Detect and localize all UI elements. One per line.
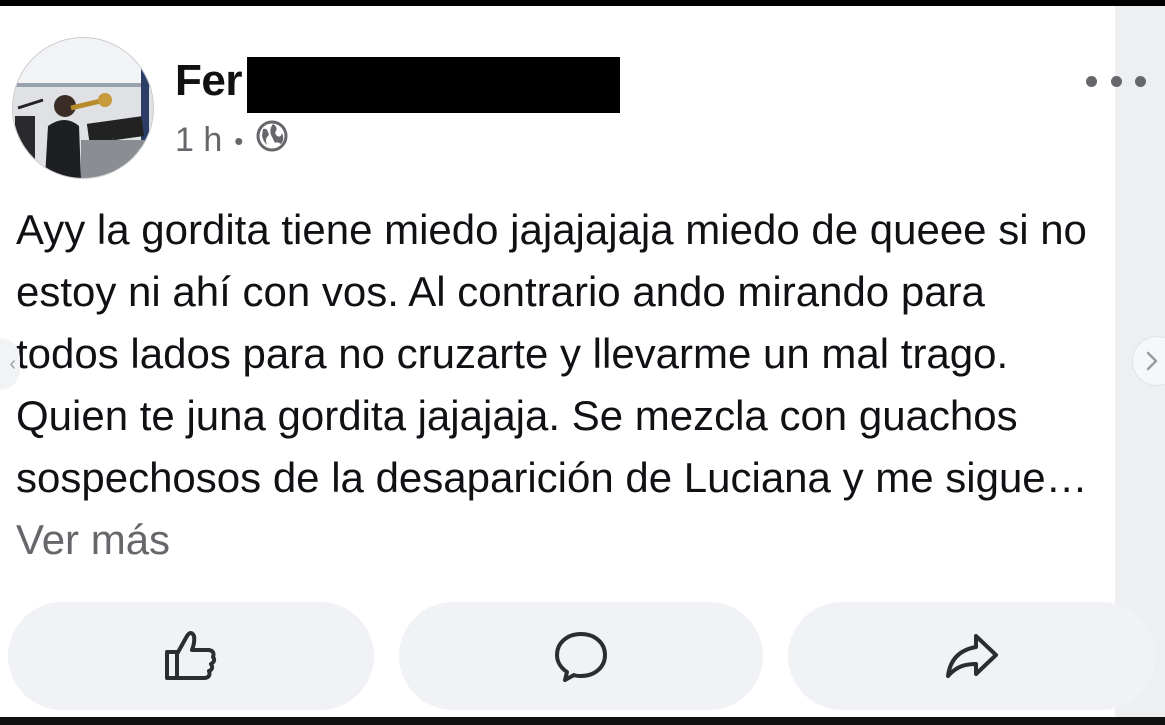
chevron-right-icon[interactable] — [1132, 336, 1165, 386]
comment-button[interactable] — [399, 602, 763, 710]
post-timestamp[interactable]: 1 h — [175, 121, 222, 160]
author-avatar[interactable] — [12, 37, 154, 179]
share-arrow-icon — [946, 634, 998, 678]
avatar-photo — [13, 38, 153, 178]
facebook-post-card: Fer 1 h • Ayy la gordita tiene miedo jaj… — [0, 6, 1156, 717]
post-body-text: Ayy la gordita tiene miedo jajajajaja mi… — [16, 206, 1088, 501]
more-options-icon[interactable] — [1086, 66, 1146, 96]
thumbs-up-icon — [165, 631, 217, 680]
share-button[interactable] — [788, 602, 1156, 710]
bottom-border — [0, 717, 1165, 725]
like-button[interactable] — [8, 602, 374, 710]
see-more-link[interactable]: Ver más — [16, 516, 170, 563]
globe-icon[interactable] — [255, 119, 289, 162]
author-name[interactable]: Fer — [175, 56, 242, 106]
post-meta: 1 h • — [175, 119, 289, 162]
redaction-bar — [247, 57, 620, 113]
meta-separator: • — [234, 125, 244, 156]
post-body: Ayy la gordita tiene miedo jajajajaja mi… — [16, 199, 1096, 571]
comment-bubble-icon — [555, 632, 607, 682]
